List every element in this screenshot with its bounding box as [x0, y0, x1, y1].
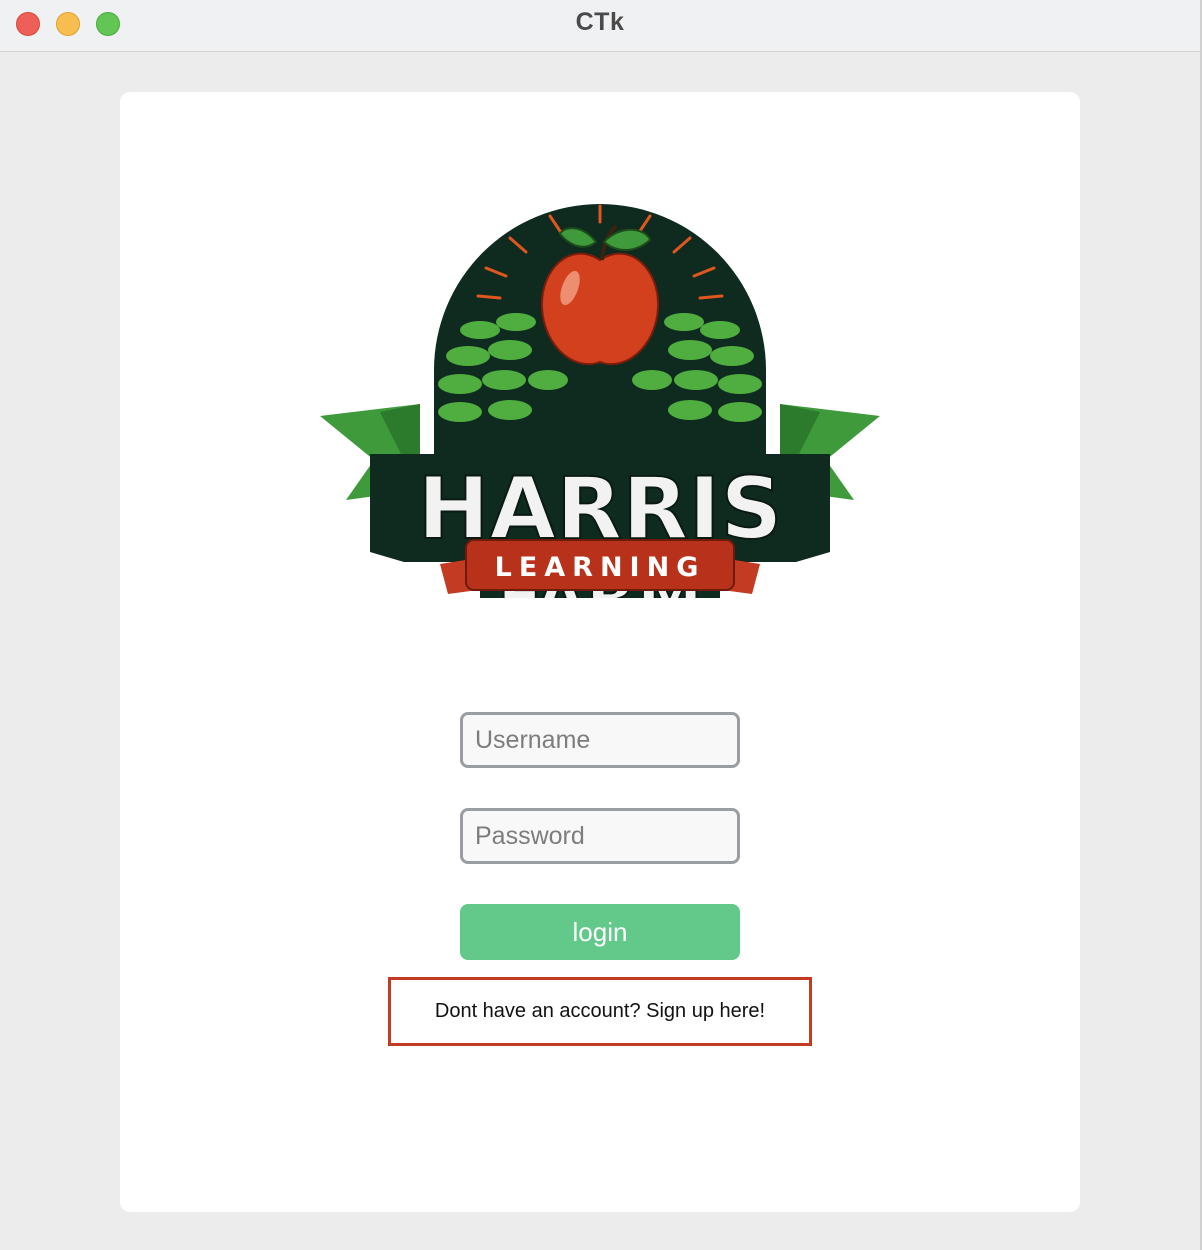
harris-farm-learning-logo: HARRIS FARM: [320, 204, 880, 598]
svg-text:LEARNING: LEARNING: [495, 552, 706, 583]
signup-link[interactable]: Dont have an account? Sign up here!: [388, 977, 812, 1046]
login-button[interactable]: login: [460, 904, 740, 960]
login-card: HARRIS FARM LEARNING login Dont have an …: [120, 92, 1080, 1212]
password-input[interactable]: [460, 808, 740, 864]
window-title: CTk: [575, 8, 625, 36]
username-input[interactable]: [460, 712, 740, 768]
app-window: CTk HARRIS LEARNING Username login Dont …: [0, 0, 1202, 1250]
learning-banner: LEARNING: [465, 539, 735, 591]
title-bar[interactable]: CTk: [0, 0, 1200, 52]
